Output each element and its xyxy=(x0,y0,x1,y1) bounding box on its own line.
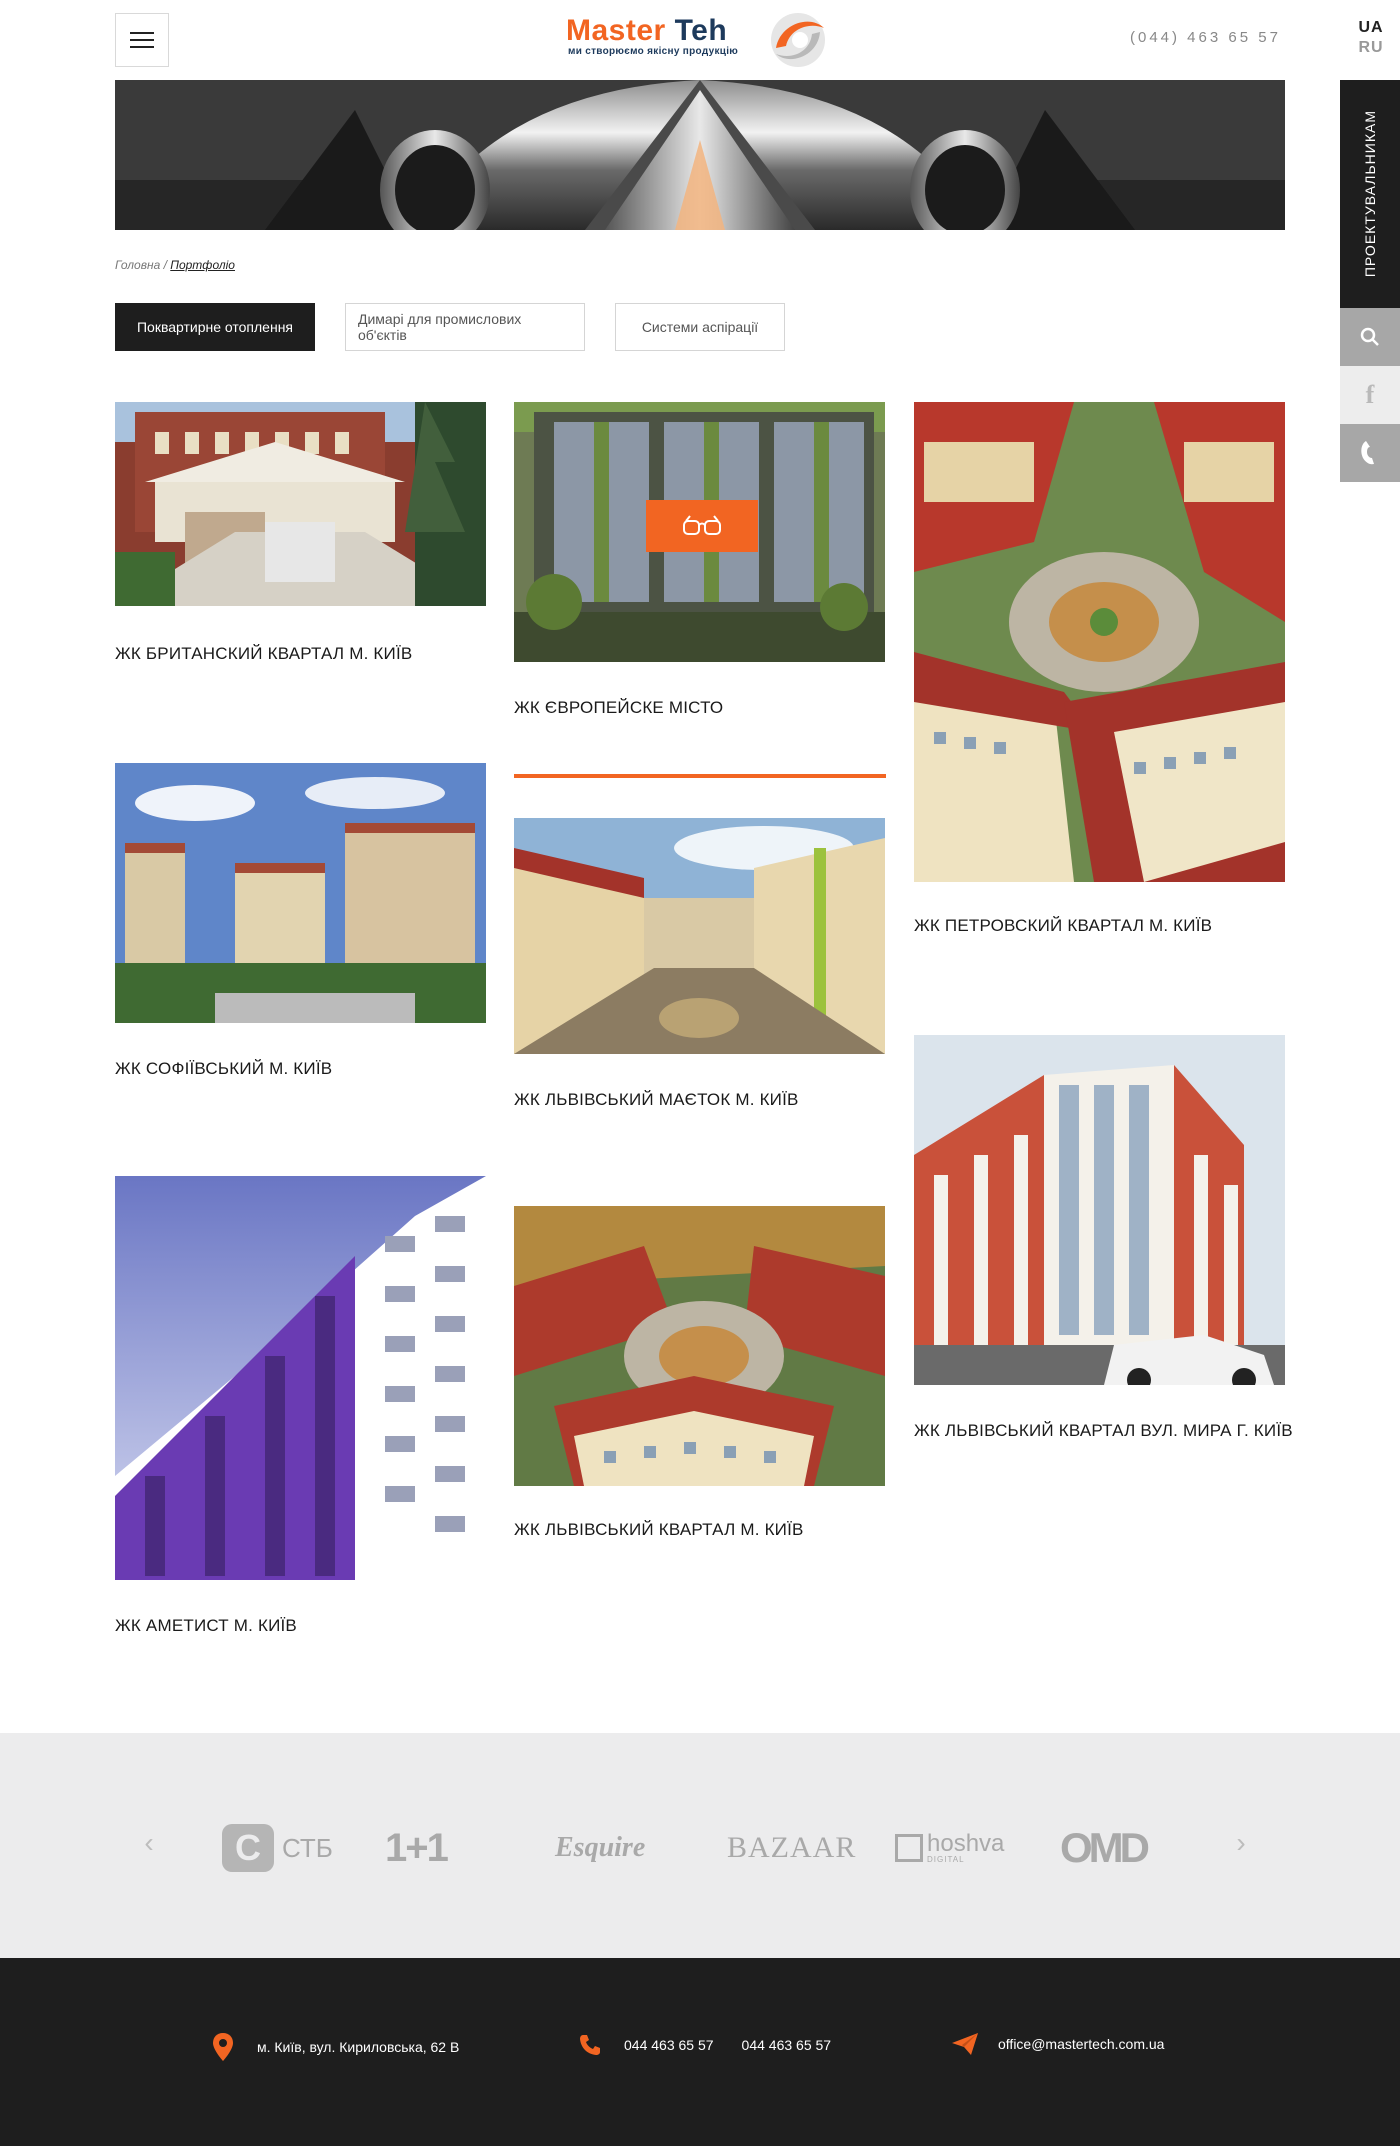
phone-icon xyxy=(1361,441,1374,465)
footer-email: office@mastertech.com.ua xyxy=(952,2033,1164,2055)
project-photo[interactable] xyxy=(914,1035,1285,1385)
phone-1[interactable]: 044 463 65 57 xyxy=(624,2037,714,2053)
lang-ua[interactable]: UA xyxy=(1356,18,1386,38)
carousel-prev-button[interactable]: ‹ xyxy=(134,1827,164,1858)
partner-subname: DIGITAL xyxy=(927,1855,965,1864)
carousel-next-button[interactable]: › xyxy=(1226,1827,1256,1858)
logo-swirl-icon xyxy=(771,13,825,67)
project-photo[interactable] xyxy=(514,402,885,662)
email-link[interactable]: office@mastertech.com.ua xyxy=(998,2036,1164,2052)
hoshva-logo-icon xyxy=(895,1834,923,1862)
project-title[interactable]: ЖК ЛЬВІВСЬКИЙ КВАРТАЛ М. КИЇВ xyxy=(514,1520,804,1540)
footer-phones: 044 463 65 57 044 463 65 57 xyxy=(578,2033,831,2057)
search-button[interactable] xyxy=(1340,308,1400,366)
partner-logo-bazaar[interactable]: BAZAAR xyxy=(727,1823,856,1873)
lang-ru[interactable]: RU xyxy=(1356,38,1386,58)
hero-banner xyxy=(115,80,1285,230)
project-image-british-quarter xyxy=(115,402,486,606)
header-phone[interactable]: (044) 463 65 57 xyxy=(1130,29,1281,46)
hero-pipes-image xyxy=(115,80,1285,230)
partners-carousel: ‹ C СТБ 1+1 Esquire BAZAAR hoshva DIGITA… xyxy=(0,1733,1400,1958)
project-image-lvivsky-maietok xyxy=(514,818,885,1054)
partner-name: 1+1 xyxy=(385,1825,449,1870)
view-project-button[interactable] xyxy=(646,500,758,552)
project-title[interactable]: ЖК ЛЬВІВСЬКИЙ КВАРТАЛ ВУЛ. МИРА Г. КИЇВ xyxy=(914,1421,1293,1441)
project-photo[interactable] xyxy=(115,402,486,606)
partner-name: OMD xyxy=(1060,1824,1150,1871)
logo-tagline: ми створюємо якісну продукцію xyxy=(568,46,739,57)
menu-button[interactable] xyxy=(115,13,169,67)
project-title[interactable]: ЖК ПЕТРОВСКИЙ КВАРТАЛ М. КИЇВ xyxy=(914,916,1212,936)
facebook-button[interactable]: f xyxy=(1340,366,1400,424)
portfolio-filters: Поквартирне отоплення Димарі для промисл… xyxy=(115,303,785,351)
side-panel: ПРОЕКТУВАЛЬНИКАМ f xyxy=(1340,80,1400,482)
partner-name: BAZAAR xyxy=(727,1831,857,1864)
breadcrumb: Головна / Портфоліо xyxy=(115,258,235,272)
designers-label: ПРОЕКТУВАЛЬНИКАМ xyxy=(1362,110,1378,278)
phone-2[interactable]: 044 463 65 57 xyxy=(742,2037,832,2053)
logo-word-master: Master xyxy=(566,14,666,47)
project-title[interactable]: ЖК БРИТАНСКИЙ КВАРТАЛ М. КИЇВ xyxy=(115,644,412,664)
project-title[interactable]: ЖК ЄВРОПЕЙСКЕ МІСТО xyxy=(514,698,723,718)
project-photo[interactable] xyxy=(115,1176,486,1580)
project-title[interactable]: ЖК АМЕТИСТ М. КИЇВ xyxy=(115,1616,297,1636)
project-image-sofiivsky xyxy=(115,763,486,1023)
partner-logo-omd[interactable]: OMD xyxy=(1060,1823,1150,1873)
project-photo[interactable] xyxy=(514,818,885,1054)
partner-logo-hoshva[interactable]: hoshva DIGITAL xyxy=(895,1823,1004,1873)
site-logo[interactable]: Master Teh ми створюємо якісну продукцію xyxy=(566,10,832,70)
project-image-ametyst xyxy=(115,1176,486,1580)
site-footer: м. Київ, вул. Кириловська, 62 В 044 463 … xyxy=(0,1958,1400,2146)
breadcrumb-home[interactable]: Головна xyxy=(115,258,160,272)
logo-wordmark: Master Teh xyxy=(566,14,727,48)
burger-line xyxy=(130,46,154,48)
filter-industrial-chimneys[interactable]: Димарі для промислових об'єктів xyxy=(345,303,585,351)
stb-logo-icon: C xyxy=(222,1824,274,1872)
logo-word-teh: Teh xyxy=(674,14,728,47)
location-pin-icon xyxy=(213,2033,233,2061)
site-header: Master Teh ми створюємо якісну продукцію… xyxy=(0,0,1400,80)
facebook-icon: f xyxy=(1365,380,1375,409)
project-image-lvivsky-kvartal xyxy=(514,1206,885,1486)
partner-logo-esquire[interactable]: Esquire xyxy=(555,1823,645,1873)
paper-plane-icon xyxy=(952,2033,978,2055)
burger-line xyxy=(130,39,154,41)
project-photo[interactable] xyxy=(115,763,486,1023)
partner-name: hoshva xyxy=(927,1830,1005,1857)
search-icon xyxy=(1360,327,1379,346)
filter-aspiration-systems[interactable]: Системи аспірації xyxy=(615,303,785,351)
breadcrumb-current[interactable]: Портфоліо xyxy=(170,258,235,272)
partner-logo-1plus1[interactable]: 1+1 xyxy=(385,1823,449,1873)
callback-button[interactable] xyxy=(1340,424,1400,482)
partner-logo-stb[interactable]: C СТБ xyxy=(222,1823,333,1873)
filter-apartment-heating[interactable]: Поквартирне отоплення xyxy=(115,303,315,351)
footer-address: м. Київ, вул. Кириловська, 62 В xyxy=(213,2033,459,2061)
glasses-icon xyxy=(683,515,721,535)
partner-name: СТБ xyxy=(282,1832,333,1863)
language-switcher: UA RU xyxy=(1356,18,1386,58)
project-image-lvivsky-kvartal-myra xyxy=(914,1035,1285,1385)
breadcrumb-separator: / xyxy=(160,258,171,272)
phone-icon xyxy=(580,2035,600,2055)
project-photo[interactable] xyxy=(514,1206,885,1486)
active-card-underline xyxy=(514,774,886,778)
address-text: м. Київ, вул. Кириловська, 62 В xyxy=(257,2039,460,2055)
project-title[interactable]: ЖК СОФІЇВСЬКИЙ М. КИЇВ xyxy=(115,1059,332,1079)
partner-name: Esquire xyxy=(555,1832,646,1863)
project-title[interactable]: ЖК ЛЬВІВСЬКИЙ МАЄТОК М. КИЇВ xyxy=(514,1090,799,1110)
designers-tab[interactable]: ПРОЕКТУВАЛЬНИКАМ xyxy=(1340,80,1400,308)
burger-line xyxy=(130,32,154,34)
project-photo[interactable] xyxy=(914,402,1285,882)
project-image-petrovsky-quarter xyxy=(914,402,1285,882)
